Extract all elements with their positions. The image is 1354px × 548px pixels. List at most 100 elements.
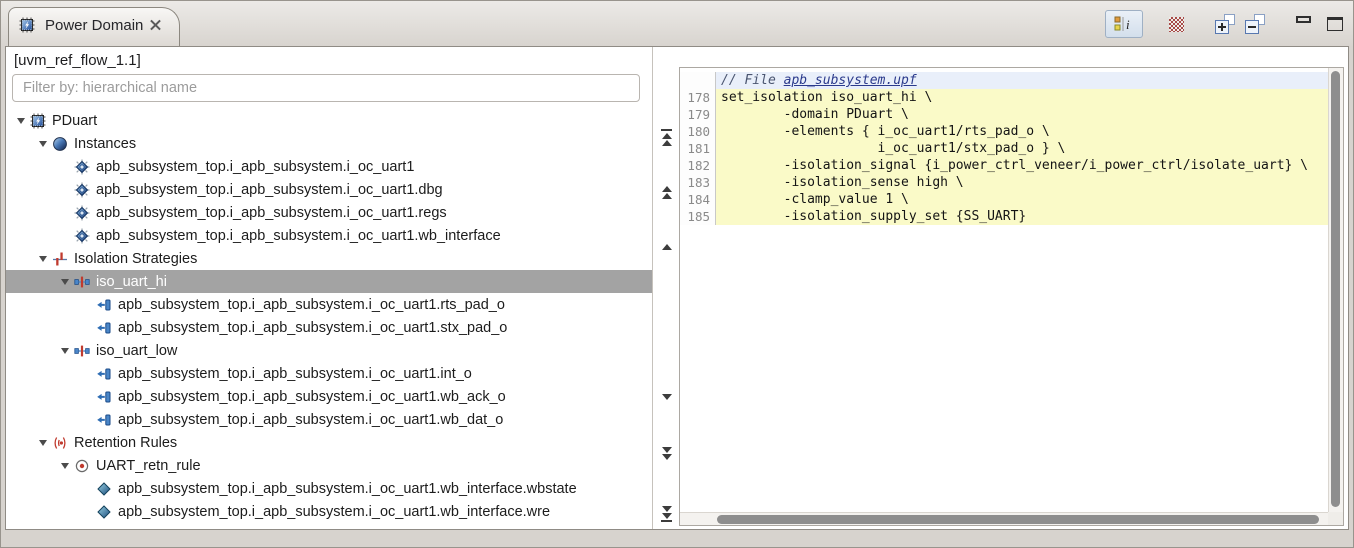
tree-label: apb_subsystem_top.i_apb_subsystem.i_oc_u… [118,480,577,497]
line-number: 180 [680,123,716,140]
module-instance-icon [74,205,90,221]
tree-label: apb_subsystem_top.i_apb_subsystem.i_oc_u… [118,365,472,382]
tree-label: apb_subsystem_top.i_apb_subsystem.i_oc_u… [118,296,505,313]
code-line: 185 -isolation_supply_set {SS_UART} [680,208,1328,225]
tree-row[interactable]: apb_subsystem_top.i_apb_subsystem.i_oc_u… [6,155,652,178]
minimize-view-button[interactable] [1296,15,1311,23]
port-icon [96,366,112,382]
line-number [680,72,716,89]
go-to-first-button[interactable] [659,128,674,146]
code-text: -isolation_supply_set {SS_UART} [716,208,1328,225]
module-instance-icon [74,182,90,198]
code-line: 178 set_isolation iso_uart_hi \ [680,89,1328,106]
tree-row[interactable]: iso_uart_hi [6,270,652,293]
view-toolbar: i [1105,9,1343,39]
tree-label: iso_uart_low [96,342,178,359]
go-to-last-button[interactable] [659,505,674,523]
tree-row[interactable]: apb_subsystem_top.i_apb_subsystem.i_oc_u… [6,362,652,385]
code-line: 183 -isolation_sense high \ [680,174,1328,191]
tree-label: apb_subsystem_top.i_apb_subsystem.i_oc_u… [118,388,506,405]
tree-row[interactable]: Retention Rules [6,431,652,454]
horizontal-scrollbar[interactable] [680,512,1328,525]
show-properties-button[interactable]: i [1105,10,1143,38]
tree-row[interactable]: UART_retn_rule [6,454,652,477]
tree-label: apb_subsystem_top.i_apb_subsystem.i_oc_u… [118,411,504,428]
line-number: 184 [680,191,716,208]
tree-label: Retention Rules [74,434,178,451]
expander-down-icon[interactable] [56,347,73,354]
tree-row[interactable]: apb_subsystem_top.i_apb_subsystem.i_oc_u… [6,500,652,523]
previous-group-button[interactable] [659,183,674,201]
scrollbar-corner [1328,512,1343,525]
tree-row[interactable]: apb_subsystem_top.i_apb_subsystem.i_oc_u… [6,224,652,247]
module-instance-icon [74,159,90,175]
expander-down-icon[interactable] [34,255,51,262]
register-icon [96,481,112,497]
collapse-all-button[interactable] [1244,14,1266,34]
port-icon [96,389,112,405]
tree-label: Instances [74,135,137,152]
expand-all-button[interactable] [1214,14,1236,34]
tree-row[interactable]: apb_subsystem_top.i_apb_subsystem.i_oc_u… [6,408,652,431]
close-tab-icon[interactable] [150,20,161,31]
port-icon [96,320,112,336]
expander-down-icon[interactable] [34,439,51,446]
code-text: // File apb_subsystem.upf [716,72,1328,89]
code-text: -domain PDuart \ [716,106,1328,123]
module-instance-icon [74,228,90,244]
code-lines: // File apb_subsystem.upf 178 set_isolatio… [680,68,1328,512]
expander-down-icon[interactable] [12,117,29,124]
tree-row[interactable]: iso_uart_low [6,339,652,362]
triangle-up-icon [661,185,672,192]
vertical-scrollbar[interactable] [1328,68,1343,512]
triangle-down-icon [661,394,672,400]
next-button[interactable] [659,388,674,406]
triangle-up-icon [661,132,672,139]
line-number: 183 [680,174,716,191]
bar-icon [661,520,672,522]
tree-row[interactable]: apb_subsystem_top.i_apb_subsystem.i_oc_u… [6,477,652,500]
tree-row[interactable]: apb_subsystem_top.i_apb_subsystem.i_oc_u… [6,293,652,316]
register-icon [96,504,112,520]
triangle-up-icon [661,244,672,250]
tree-row[interactable]: PDuart [6,109,652,132]
line-number: 178 [680,89,716,106]
code-text: -clamp_value 1 \ [716,191,1328,208]
previous-button[interactable] [659,238,674,256]
retention-rules-icon [52,435,68,451]
tree-row[interactable]: apb_subsystem_top.i_apb_subsystem.i_oc_u… [6,201,652,224]
maximize-view-button[interactable] [1327,17,1343,31]
code-text: set_isolation iso_uart_hi \ [716,89,1328,106]
highlight-disabled-icon[interactable] [1169,16,1184,32]
power-domain-tree: PDuart Instances apb_subsystem_top.i_apb_s… [6,47,652,529]
expander-down-icon[interactable] [56,462,73,469]
expander-down-icon[interactable] [34,140,51,147]
tree-row[interactable]: apb_subsystem_top.i_apb_subsystem.i_oc_u… [6,316,652,339]
triangle-down-icon [661,505,672,512]
code-text: -isolation_signal {i_power_ctrl_veneer/i… [716,157,1328,174]
triangle-down-icon [661,453,672,460]
properties-icon: i [1114,16,1130,32]
tree-row[interactable]: Isolation Strategies [6,247,652,270]
tree-row[interactable]: Instances [6,132,652,155]
code-text: -isolation_sense high \ [716,174,1328,191]
port-icon [96,412,112,428]
tree-label: apb_subsystem_top.i_apb_subsystem.i_oc_u… [96,204,447,221]
next-group-button[interactable] [659,444,674,462]
navigation-column [652,47,679,529]
power-domain-chip-icon [19,17,35,33]
tree-row[interactable]: apb_subsystem_top.i_apb_subsystem.i_oc_u… [6,385,652,408]
code-line: 181 i_oc_uart1/stx_pad_o } \ [680,140,1328,157]
horizontal-scrollbar-thumb[interactable] [717,515,1319,524]
tree-row[interactable]: apb_subsystem_top.i_apb_subsystem.i_oc_u… [6,178,652,201]
expander-down-icon[interactable] [56,278,73,285]
code-text: i_oc_uart1/stx_pad_o } \ [716,140,1328,157]
file-link[interactable]: apb_subsystem.upf [784,73,917,88]
vertical-scrollbar-thumb[interactable] [1331,71,1340,507]
tab-power-domain[interactable]: Power Domain [8,7,180,46]
